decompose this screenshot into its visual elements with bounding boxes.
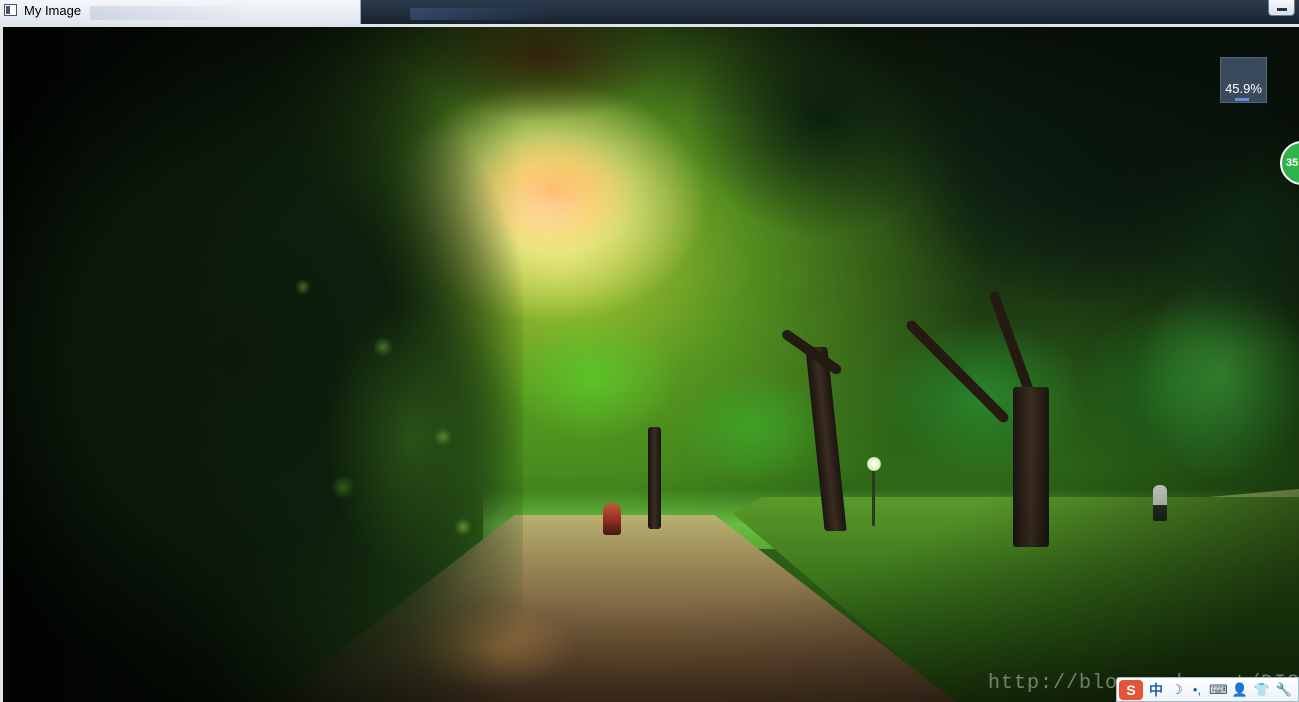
punctuation-icon[interactable]: •, (1189, 680, 1205, 700)
tools-wrench-icon[interactable]: 🔧 (1275, 680, 1293, 700)
minimize-button[interactable] (1268, 0, 1295, 16)
title-bar-active-area[interactable]: My Image (0, 0, 361, 24)
image-window: My Image 45.9% 35 http: (0, 0, 1299, 702)
ime-toolbar[interactable]: S 中 ☽ •, ⌨ 👤 👕 🔧 (1116, 677, 1299, 702)
photo-vignette (3, 27, 1299, 702)
badge-count: 35 (1286, 157, 1299, 169)
background-window-ghost (410, 8, 550, 20)
window-title: My Image (24, 3, 82, 18)
title-bar[interactable]: My Image (0, 0, 1299, 24)
skin-shirt-icon[interactable]: 👕 (1253, 680, 1271, 700)
sogou-logo-icon[interactable]: S (1119, 680, 1143, 700)
app-window-icon (4, 4, 17, 16)
cpu-usage-label: 45.9% (1225, 81, 1262, 96)
image-canvas (3, 27, 1299, 702)
user-icon[interactable]: 👤 (1231, 680, 1249, 700)
ime-chinese-mode-toggle[interactable]: 中 (1147, 680, 1165, 700)
keyboard-icon[interactable]: ⌨ (1209, 680, 1228, 700)
cpu-usage-bar (1235, 98, 1249, 101)
background-window-ghost-title (90, 6, 250, 20)
half-width-moon-icon[interactable]: ☽ (1169, 680, 1185, 700)
cpu-usage-widget[interactable]: 45.9% (1220, 57, 1267, 103)
